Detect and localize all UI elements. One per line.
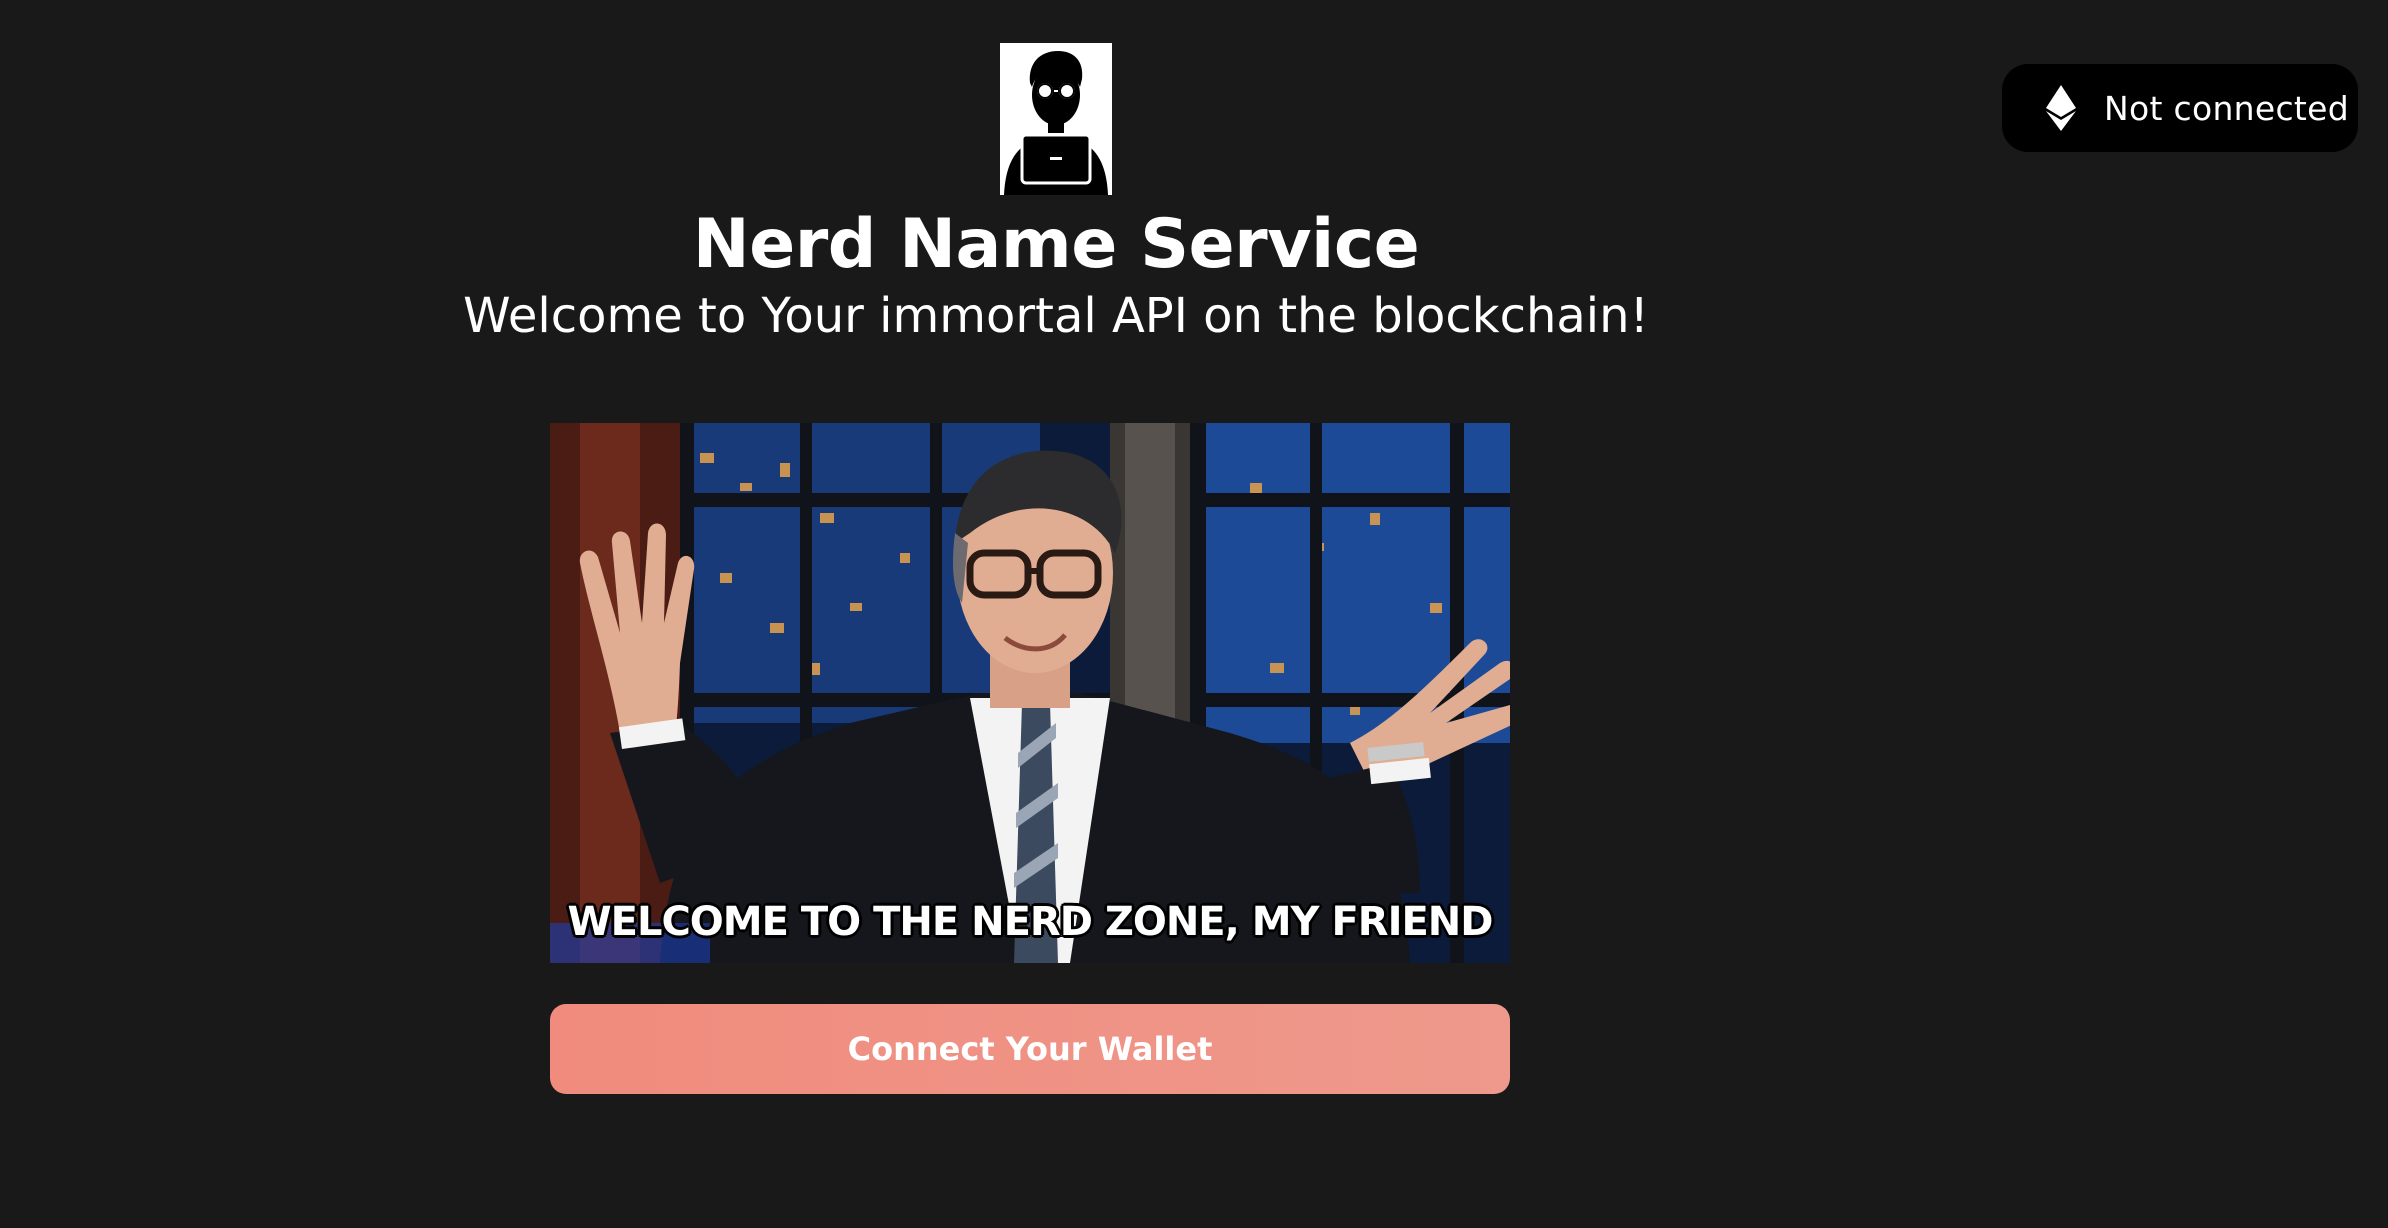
logo <box>1000 43 1112 195</box>
connect-wallet-button[interactable]: Connect Your Wallet <box>550 1004 1510 1094</box>
welcome-gif-caption: WELCOME TO THE NERD ZONE, MY FRIEND <box>567 899 1494 945</box>
page: Not connected Nerd Name Service Welcome … <box>0 0 2388 1228</box>
welcome-gif: WELCOME TO THE NERD ZONE, MY FRIEND <box>550 423 1510 963</box>
page-title: Nerd Name Service <box>692 205 1420 284</box>
page-subtitle: Welcome to Your immortal API on the bloc… <box>463 288 1649 344</box>
welcome-gif-scene <box>550 423 1510 963</box>
nerd-avatar-icon <box>1000 43 1112 195</box>
network-status-button[interactable]: Not connected <box>2002 64 2358 152</box>
network-status-label: Not connected <box>2104 88 2350 128</box>
ethereum-icon <box>2046 85 2076 131</box>
